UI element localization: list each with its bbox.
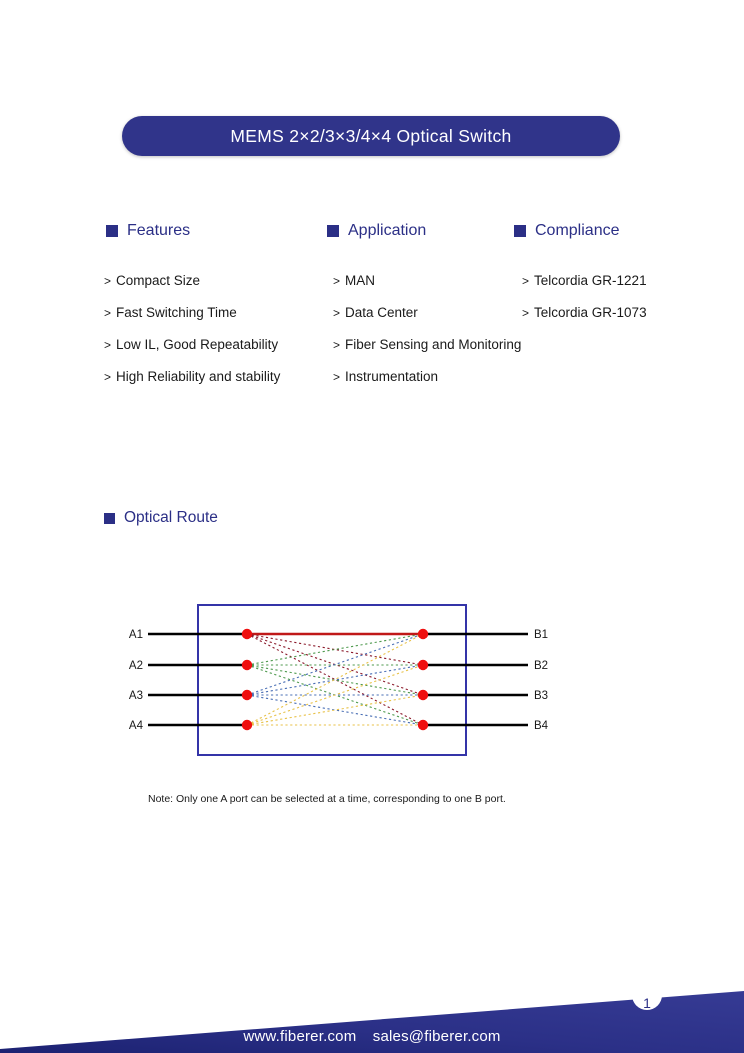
- list-item-label: Compact Size: [116, 273, 201, 288]
- compliance-list: > Telcordia GR-1221 > Telcordia GR-1073: [522, 273, 647, 338]
- output-port-label: B3: [534, 690, 548, 702]
- output-node[interactable]: [417, 719, 429, 731]
- section-title-application: Application: [348, 222, 427, 239]
- chevron-right-icon: >: [104, 274, 112, 288]
- list-item-label: Telcordia GR-1073: [534, 304, 647, 320]
- list-item-label: High Reliability and stability: [116, 368, 281, 384]
- section-title-features: Features: [127, 222, 191, 239]
- section-heading-optical-route: Optical Route: [104, 509, 218, 527]
- feature-list: > Compact Size > Fast Switching Time > L…: [104, 273, 281, 401]
- section-heading-application: Application: [327, 222, 426, 240]
- chevron-right-icon: >: [333, 337, 341, 352]
- input-node[interactable]: [241, 659, 253, 671]
- footer-website[interactable]: www.fiberer.com: [243, 1028, 356, 1045]
- list-item-label: Instrumentation: [345, 368, 439, 384]
- list-item: > Compact Size: [104, 273, 280, 289]
- page-footer: www.fiberer.com sales@fiberer.com: [0, 963, 744, 1053]
- chevron-right-icon: >: [522, 274, 530, 288]
- list-item-label: Low IL, Good Repeatability: [116, 336, 279, 352]
- list-item-label: Fiber Sensing and Monitoring: [345, 336, 522, 352]
- bullet-square-icon: [104, 512, 115, 524]
- input-node[interactable]: [241, 719, 253, 731]
- list-item-label: Fast Switching Time: [116, 304, 237, 320]
- section-heading-compliance: Compliance: [514, 222, 619, 240]
- list-item: > High Reliability and stability: [104, 368, 281, 385]
- chevron-right-icon: >: [333, 274, 341, 288]
- list-item-label: Data Center: [345, 304, 418, 320]
- application-list: > MAN > Data Center > Fiber Sensing and …: [333, 273, 522, 401]
- page-title: MEMS 2×2/3×3/4×4 Optical Switch: [230, 125, 512, 146]
- list-item: > Telcordia GR-1073: [522, 304, 647, 321]
- list-item: > Data Center: [333, 304, 521, 321]
- chevron-right-icon: >: [104, 305, 112, 320]
- route-line: [246, 633, 424, 666]
- chevron-right-icon: >: [333, 369, 341, 384]
- chevron-right-icon: >: [333, 305, 341, 320]
- bullet-square-icon: [327, 225, 339, 237]
- bullet-square-icon: [514, 225, 526, 237]
- optical-route-diagram: A1 B1 A2 B2 A3 B3 A4 B4: [120, 595, 560, 765]
- route-line: [246, 633, 424, 666]
- list-item: > Fast Switching Time: [104, 304, 280, 321]
- output-node[interactable]: [417, 689, 429, 701]
- input-port-label: A1: [129, 629, 143, 641]
- output-port-label: B1: [534, 629, 548, 641]
- list-item: > Telcordia GR-1221: [522, 273, 647, 289]
- page-title-banner: MEMS 2×2/3×3/4×4 Optical Switch: [122, 116, 620, 156]
- list-item: > MAN: [333, 273, 521, 289]
- output-port-label: B2: [534, 660, 548, 672]
- list-item-label: Telcordia GR-1221: [534, 273, 647, 288]
- footer-email[interactable]: sales@fiberer.com: [373, 1028, 501, 1045]
- input-node[interactable]: [241, 689, 253, 701]
- switch-enclosure: [197, 604, 467, 756]
- section-heading-features: Features: [106, 222, 190, 240]
- list-item: > Instrumentation: [333, 368, 521, 385]
- input-port-label: A3: [129, 690, 143, 702]
- input-node[interactable]: [241, 628, 253, 640]
- output-port-label: B4: [534, 720, 549, 732]
- output-node[interactable]: [417, 659, 429, 671]
- optical-route-svg: A1 B1 A2 B2 A3 B3 A4 B4: [129, 604, 549, 756]
- output-node[interactable]: [417, 628, 429, 640]
- list-item: > Fiber Sensing and Monitoring: [333, 336, 522, 353]
- chevron-right-icon: >: [522, 305, 530, 320]
- page-number: 1: [643, 995, 651, 1011]
- input-port-label: A2: [129, 660, 143, 672]
- chevron-right-icon: >: [104, 337, 112, 352]
- section-title-compliance: Compliance: [535, 222, 620, 239]
- list-item: > Low IL, Good Repeatability: [104, 336, 280, 353]
- chevron-right-icon: >: [104, 369, 112, 384]
- diagram-note: Note: Only one A port can be selected at…: [148, 793, 506, 805]
- bullet-square-icon: [106, 225, 118, 237]
- input-port-label: A4: [129, 720, 144, 732]
- list-item-label: MAN: [345, 273, 376, 288]
- section-title-optical-route: Optical Route: [124, 509, 218, 526]
- footer-contact: www.fiberer.com sales@fiberer.com: [0, 1028, 744, 1045]
